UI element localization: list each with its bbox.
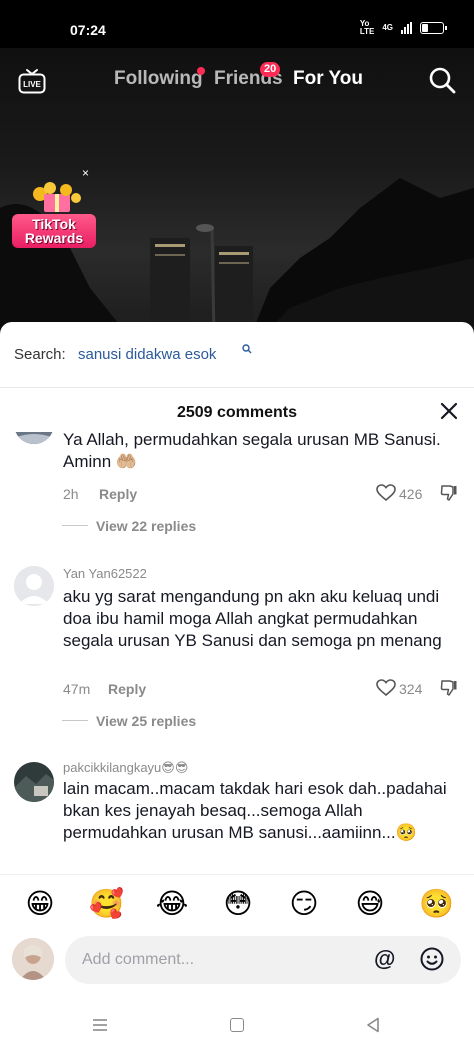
emoji-pleading-button[interactable]: 🥺 — [419, 887, 454, 921]
comment-count: 2509 comments — [176, 404, 298, 421]
search-icon[interactable] — [428, 66, 456, 94]
mention-icon[interactable]: @ — [374, 948, 395, 970]
emoji-grin-button[interactable]: 😁 — [23, 887, 57, 921]
tiktok-rewards-widget[interactable]: TikTok Rewards — [12, 180, 96, 252]
system-navigation-bar — [0, 1000, 474, 1053]
avatar[interactable] — [14, 432, 54, 444]
emoji-sweat-smile-button[interactable]: 😅 — [353, 887, 387, 921]
emoji-joy-button[interactable]: 😂 — [155, 887, 189, 921]
emoji-smirk-button[interactable]: 😏 — [287, 887, 321, 921]
battery-level-fill — [422, 24, 428, 32]
comments-header: 2509 comments — [0, 388, 474, 434]
svg-text:LIVE: LIVE — [23, 80, 41, 89]
close-icon[interactable] — [440, 402, 458, 420]
emoji-picker-icon[interactable] — [420, 947, 444, 971]
status-time: 07:24 — [70, 22, 106, 38]
avatar — [12, 938, 54, 980]
recent-apps-icon[interactable] — [92, 1018, 108, 1032]
avatar[interactable] — [14, 566, 54, 606]
search-suggestion-link[interactable]: sanusi didakwa esok — [78, 346, 216, 363]
view-replies-divider — [62, 525, 88, 526]
avatar[interactable] — [14, 762, 54, 802]
home-icon[interactable] — [230, 1018, 244, 1032]
network-type: 4G — [382, 23, 393, 32]
comment-username[interactable]: Yan Yan62522 — [63, 566, 147, 581]
emoji-hearts-button[interactable]: 🥰 — [89, 887, 124, 921]
status-icons: Yo LTE 4G — [359, 19, 447, 36]
rewards-close-icon[interactable]: × — [82, 166, 89, 180]
back-icon[interactable] — [366, 1017, 380, 1033]
emoji-quick-bar: 😁 🥰 😂 😳 😏 😅 🥺 — [0, 874, 474, 936]
reply-button[interactable]: Reply — [99, 486, 137, 502]
emoji-flushed-button[interactable]: 😳 — [221, 887, 255, 921]
dislike-icon[interactable] — [440, 484, 458, 502]
related-search-row[interactable]: Search: sanusi didakwa esok — [0, 322, 474, 388]
rewards-label: TikTok Rewards — [12, 214, 96, 248]
status-bar: 07:24 Yo LTE 4G — [0, 0, 474, 48]
like-count: 324 — [399, 681, 423, 697]
reply-button[interactable]: Reply — [108, 681, 146, 697]
tab-for-you[interactable]: For You — [293, 68, 363, 90]
view-replies-button[interactable]: View 22 replies — [96, 518, 196, 534]
comment-text: lain macam..macam takdak hari esok dah..… — [63, 779, 447, 842]
comment-text: aku yg sarat mengandung pn akn aku kelua… — [63, 587, 442, 650]
comment-time: 47m — [63, 681, 91, 697]
dislike-icon[interactable] — [440, 679, 458, 697]
comments-sheet: Search: sanusi didakwa esok 2509 comment… — [0, 322, 474, 1053]
video-background[interactable]: LIVE Following Friends 20 For You TikTok… — [0, 48, 474, 338]
heart-icon[interactable] — [376, 484, 396, 502]
comment-username[interactable]: pakcikkilangkayu😎😎 — [63, 760, 188, 776]
view-replies-button[interactable]: View 25 replies — [96, 713, 196, 729]
like-count: 426 — [399, 486, 423, 502]
comment-time: 2h — [63, 486, 79, 502]
friends-badge: 20 — [260, 62, 281, 77]
tab-following[interactable]: Following — [114, 68, 203, 90]
battery-icon — [420, 22, 447, 34]
comment-text: Ya Allah, permudahkan segala urusan MB S… — [63, 432, 441, 471]
following-notification-dot — [197, 67, 205, 75]
view-replies-divider — [62, 720, 88, 721]
volte-indicator: Yo LTE — [359, 19, 375, 36]
live-icon[interactable]: LIVE — [18, 68, 46, 94]
search-icon — [242, 344, 252, 354]
comment-input-row: Add comment... @ — [0, 934, 474, 990]
heart-icon[interactable] — [376, 679, 396, 697]
comment-input-placeholder[interactable]: Add comment... — [82, 951, 194, 969]
signal-icon — [401, 22, 412, 34]
gift-box-icon — [33, 182, 81, 212]
top-navigation: LIVE Following Friends 20 For You — [0, 60, 474, 100]
search-prefix-label: Search: — [14, 346, 66, 363]
comment-list[interactable]: Ya Allah, permudahkan segala urusan MB S… — [0, 432, 474, 874]
